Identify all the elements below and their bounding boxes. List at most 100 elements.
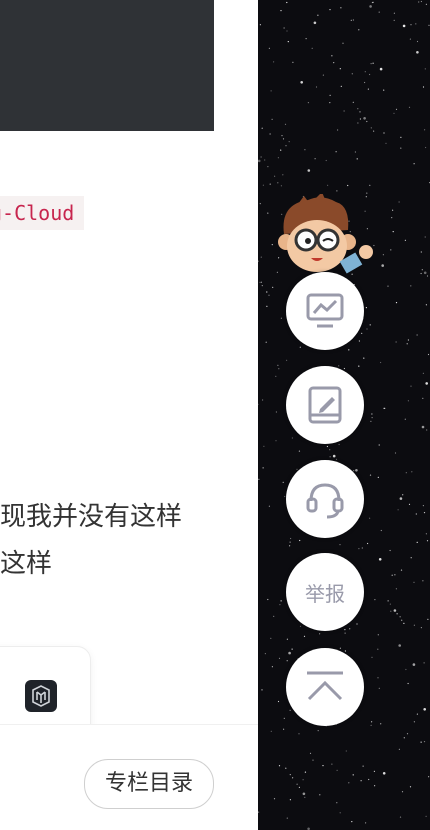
star <box>428 24 430 26</box>
star <box>261 285 263 287</box>
star <box>351 821 353 823</box>
star <box>260 281 262 283</box>
star <box>387 600 389 602</box>
star <box>420 0 422 3</box>
star <box>364 71 366 73</box>
star <box>395 302 398 304</box>
star <box>349 628 351 630</box>
star <box>378 11 380 13</box>
star <box>415 513 417 515</box>
star <box>273 61 275 63</box>
star <box>395 341 397 343</box>
star <box>271 666 273 668</box>
star <box>416 334 418 336</box>
star <box>339 647 341 649</box>
star <box>427 353 430 356</box>
star <box>339 812 341 814</box>
star <box>340 7 342 9</box>
star <box>358 29 360 31</box>
write-article-button[interactable] <box>286 366 364 444</box>
star <box>369 474 372 476</box>
data-dashboard-button[interactable] <box>286 272 364 350</box>
star <box>362 765 364 767</box>
star <box>360 780 362 782</box>
column-toc-button[interactable]: 专栏目录 <box>84 759 214 809</box>
star <box>298 786 300 789</box>
star <box>407 682 409 685</box>
star <box>286 638 288 640</box>
star <box>405 472 407 474</box>
star <box>281 135 283 137</box>
star <box>393 12 395 14</box>
star <box>425 146 427 149</box>
star <box>380 529 382 532</box>
star <box>372 62 374 64</box>
star <box>336 769 338 772</box>
star <box>392 231 394 233</box>
star <box>358 365 360 367</box>
star <box>271 244 273 246</box>
star <box>423 511 426 514</box>
star <box>278 765 281 767</box>
star <box>424 129 426 131</box>
star <box>280 317 282 319</box>
star <box>340 85 342 87</box>
star <box>393 112 395 114</box>
star <box>403 737 405 739</box>
star <box>300 81 303 84</box>
star <box>258 260 259 262</box>
star <box>408 503 411 505</box>
headset-icon <box>306 483 344 519</box>
star <box>322 765 324 767</box>
report-button[interactable]: 举报 <box>286 553 364 631</box>
star <box>336 802 338 804</box>
star <box>351 73 353 75</box>
star <box>410 385 412 387</box>
star <box>275 440 277 442</box>
star <box>333 62 335 64</box>
star <box>378 687 380 689</box>
star <box>271 118 273 120</box>
star <box>263 445 265 447</box>
star <box>307 169 311 172</box>
star <box>267 212 269 214</box>
star <box>359 118 361 120</box>
star <box>377 476 379 478</box>
star <box>282 138 285 140</box>
star <box>373 130 375 132</box>
star <box>367 542 369 545</box>
star <box>264 159 266 161</box>
star <box>329 449 331 451</box>
star <box>384 407 386 409</box>
star <box>425 304 427 306</box>
back-to-top-button[interactable] <box>286 648 364 726</box>
right-sidebar: 举报 <box>258 0 430 830</box>
star <box>277 364 279 366</box>
star <box>342 42 344 44</box>
star <box>377 648 379 650</box>
star <box>299 539 301 542</box>
star <box>398 201 400 203</box>
star <box>425 382 428 385</box>
star <box>425 815 427 818</box>
star <box>343 367 345 370</box>
star <box>336 190 338 192</box>
star <box>272 286 274 288</box>
star <box>401 619 403 621</box>
star <box>370 724 372 727</box>
star <box>280 10 282 12</box>
star <box>259 203 261 205</box>
star <box>278 657 281 660</box>
star <box>424 236 426 238</box>
star <box>409 38 411 40</box>
customer-service-button[interactable] <box>286 460 364 538</box>
star <box>348 349 350 351</box>
star <box>304 796 306 798</box>
star <box>298 733 300 735</box>
star <box>413 581 415 583</box>
star <box>368 778 370 781</box>
star <box>356 158 358 160</box>
star <box>338 365 340 367</box>
star <box>358 548 360 550</box>
star <box>298 450 300 452</box>
